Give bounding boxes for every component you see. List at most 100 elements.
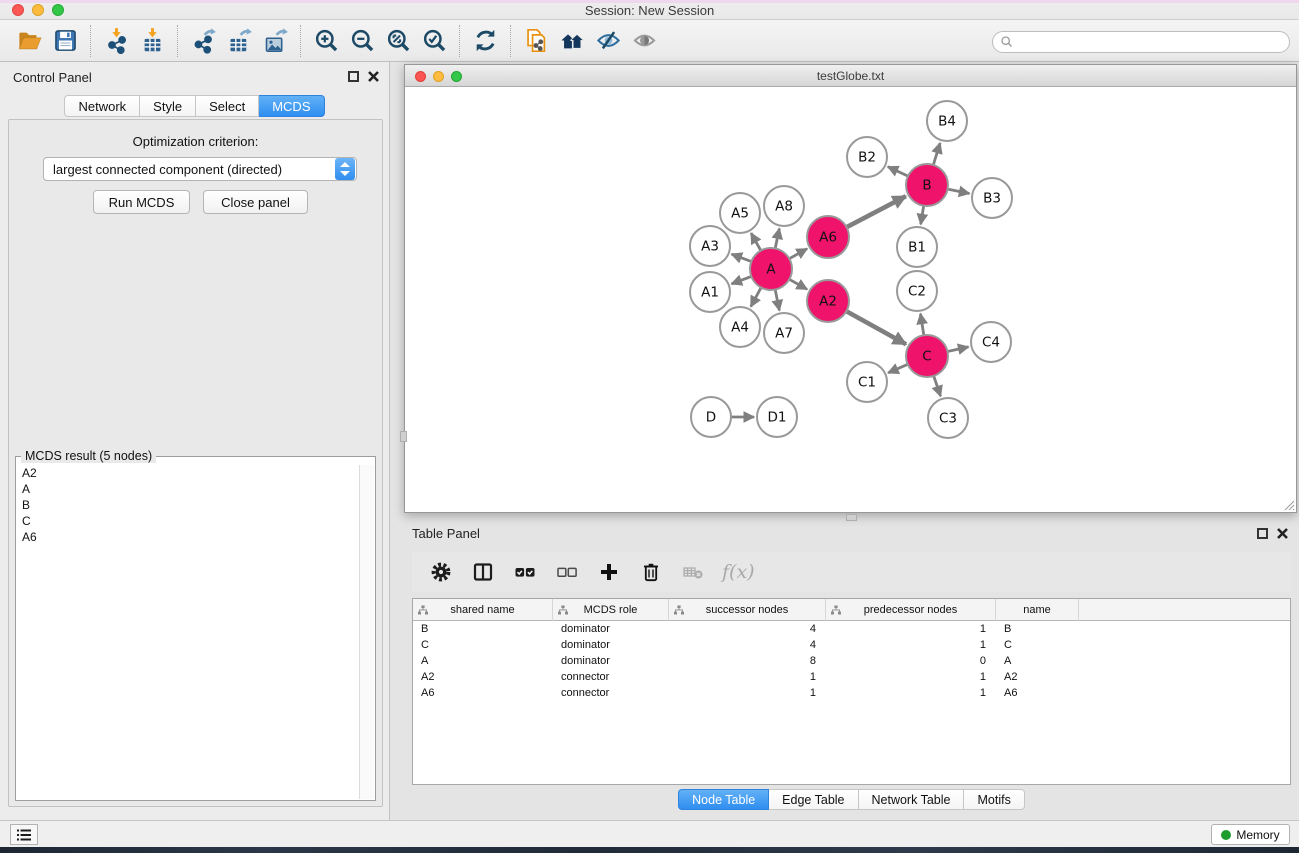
edge-C-C4[interactable] (948, 347, 969, 352)
search-input[interactable] (1018, 33, 1289, 51)
column-header-name[interactable]: name (996, 599, 1079, 621)
tab-style[interactable]: Style (140, 95, 196, 117)
table-row[interactable]: Cdominator41C (413, 637, 1290, 653)
edge-A-A1[interactable] (732, 276, 752, 284)
table-row[interactable]: Bdominator41B (413, 621, 1290, 637)
graph-node-B[interactable]: B (906, 164, 948, 206)
zoom-fit-icon[interactable] (380, 23, 416, 59)
edge-A6-B[interactable] (847, 196, 906, 227)
network-canvas[interactable]: B4 B2 B B3 A8A5 A6 A3 B1 A C2 A1 A2 A4A7 C4 C C1 D D1 C3 (405, 87, 1296, 512)
function-builder-icon[interactable]: f(x) (722, 561, 755, 583)
task-history-button[interactable] (10, 824, 38, 845)
deselect-all-icon[interactable] (548, 555, 586, 589)
edge-B-B3[interactable] (948, 189, 970, 193)
search-field[interactable] (992, 31, 1290, 53)
graph-node-B3[interactable]: B3 (972, 178, 1012, 218)
graph-node-C1[interactable]: C1 (847, 362, 887, 402)
node-table[interactable]: shared nameMCDS rolesuccessor nodesprede… (412, 598, 1291, 785)
result-scrollbar[interactable] (359, 465, 374, 799)
graph-node-D1[interactable]: D1 (757, 397, 797, 437)
network-window-titlebar[interactable]: testGlobe.txt (405, 65, 1296, 87)
float-panel-icon[interactable] (348, 71, 359, 82)
import-network-icon[interactable] (98, 23, 134, 59)
desktop-horizontal-scroll-thumb[interactable] (846, 514, 857, 521)
refresh-icon[interactable] (467, 23, 503, 59)
graph-node-A3[interactable]: A3 (690, 226, 730, 266)
graph-node-A4[interactable]: A4 (720, 307, 760, 347)
graph-node-A5[interactable]: A5 (720, 193, 760, 233)
zoom-selected-icon[interactable] (416, 23, 452, 59)
graph-node-C4[interactable]: C4 (971, 322, 1011, 362)
edge-A2-C[interactable] (846, 311, 906, 344)
export-network-icon[interactable] (185, 23, 221, 59)
table-row[interactable]: A6connector11A6 (413, 685, 1290, 701)
edge-A-A6[interactable] (789, 249, 807, 259)
close-panel-icon[interactable] (367, 70, 380, 83)
column-header-successor-nodes[interactable]: successor nodes (669, 599, 826, 621)
table-close-icon[interactable] (1276, 527, 1289, 540)
column-header-shared-name[interactable]: shared name (413, 599, 553, 621)
graph-node-A7[interactable]: A7 (764, 313, 804, 353)
settings-gear-icon[interactable] (422, 555, 460, 589)
tab-select[interactable]: Select (196, 95, 259, 117)
edge-B-B2[interactable] (888, 167, 908, 176)
table-float-icon[interactable] (1257, 528, 1268, 539)
edge-B-B1[interactable] (921, 206, 924, 225)
graph-node-A[interactable]: A (750, 248, 792, 290)
graph-node-A8[interactable]: A8 (764, 186, 804, 226)
zoom-in-icon[interactable] (308, 23, 344, 59)
hide-selected-icon[interactable] (590, 23, 626, 59)
graph-node-A1[interactable]: A1 (690, 272, 730, 312)
resize-grip[interactable] (1282, 498, 1295, 511)
add-column-icon[interactable] (590, 555, 628, 589)
delete-table-icon[interactable] (674, 555, 712, 589)
select-all-icon[interactable] (506, 555, 544, 589)
result-item[interactable]: A2 (17, 465, 359, 481)
graph-node-C[interactable]: C (906, 335, 948, 377)
edge-A-A7[interactable] (775, 290, 779, 311)
column-header-predecessor-nodes[interactable]: predecessor nodes (826, 599, 996, 621)
graph-node-A6[interactable]: A6 (807, 216, 849, 258)
tab-network-table[interactable]: Network Table (859, 789, 965, 810)
edge-C-C1[interactable] (888, 364, 908, 373)
network-view-window[interactable]: testGlobe.txt B4 B2 B B3 A8A5 A6 A3 B1 A C2 A1 A2 A4… (404, 64, 1297, 513)
edge-C-C2[interactable] (921, 314, 924, 336)
tab-mcds[interactable]: MCDS (259, 95, 324, 117)
save-session-icon[interactable] (47, 23, 83, 59)
table-row[interactable]: Adominator80A (413, 653, 1290, 669)
delete-column-icon[interactable] (632, 555, 670, 589)
result-item[interactable]: A6 (17, 529, 359, 545)
graph-node-C3[interactable]: C3 (928, 398, 968, 438)
show-all-icon[interactable] (626, 23, 662, 59)
desktop-vertical-scroll-thumb[interactable] (400, 431, 407, 442)
result-item[interactable]: C (17, 513, 359, 529)
graph-node-C2[interactable]: C2 (897, 271, 937, 311)
home-icon[interactable] (554, 23, 590, 59)
table-row[interactable]: A2connector11A2 (413, 669, 1290, 685)
column-header-mcds-role[interactable]: MCDS role (553, 599, 669, 621)
graph-node-B4[interactable]: B4 (927, 101, 967, 141)
edge-A-A4[interactable] (751, 288, 761, 307)
result-item[interactable]: A (17, 481, 359, 497)
edge-A-A3[interactable] (732, 254, 752, 262)
edge-A-A8[interactable] (775, 229, 779, 249)
criterion-dropdown[interactable]: largest connected component (directed) (43, 157, 357, 181)
close-panel-button[interactable]: Close panel (203, 190, 308, 214)
clone-network-icon[interactable] (518, 23, 554, 59)
graph-node-B1[interactable]: B1 (897, 227, 937, 267)
edge-A-A5[interactable] (751, 233, 761, 251)
run-mcds-button[interactable]: Run MCDS (93, 190, 190, 214)
tab-edge-table[interactable]: Edge Table (769, 789, 858, 810)
memory-button[interactable]: Memory (1211, 824, 1290, 845)
open-session-icon[interactable] (11, 23, 47, 59)
graph-node-D[interactable]: D (691, 397, 731, 437)
result-item[interactable]: B (17, 497, 359, 513)
graph-node-A2[interactable]: A2 (807, 280, 849, 322)
import-table-icon[interactable] (134, 23, 170, 59)
tab-motifs[interactable]: Motifs (964, 789, 1024, 810)
zoom-out-icon[interactable] (344, 23, 380, 59)
graph-node-B2[interactable]: B2 (847, 137, 887, 177)
export-table-icon[interactable] (221, 23, 257, 59)
edge-A-A2[interactable] (789, 279, 807, 289)
edge-C-C3[interactable] (934, 376, 941, 396)
